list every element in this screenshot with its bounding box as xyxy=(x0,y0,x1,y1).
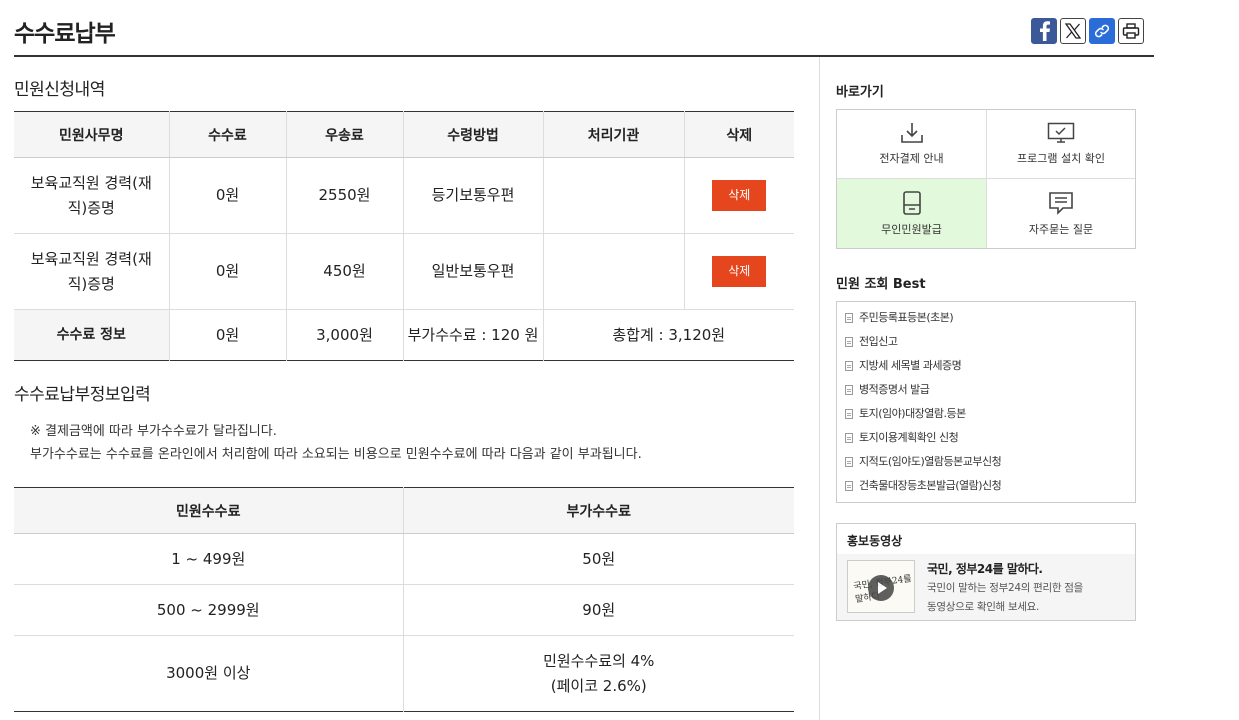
document-icon xyxy=(845,481,853,491)
facebook-share-icon[interactable] xyxy=(1031,18,1057,44)
promo-video-box: 홍보동영상 국민, 정부24를 말하다 국민, 정부24를 말하다. 국민이 말… xyxy=(836,523,1136,621)
sidebar: 바로가기 전자결제 안내 프로그램 설치 확인 무인민원발급 자주묻는 질문 민… xyxy=(836,57,1136,621)
fee-range: 3000원 이상 xyxy=(166,664,251,682)
summary-extra-fee: 부가수수료 : 120 원 xyxy=(402,309,543,361)
method-cell: 일반보통우편 xyxy=(402,233,543,310)
shortcut-program-check[interactable]: 프로그램 설치 확인 xyxy=(987,110,1135,179)
table-row: 1 ~ 499원 50원 xyxy=(14,533,794,585)
sidebar-divider xyxy=(819,57,820,720)
method-cell: 등기보통우편 xyxy=(402,157,543,234)
list-item[interactable]: 지방세 세목별 과세증명 xyxy=(845,354,1135,378)
list-item[interactable]: 전입신고 xyxy=(845,330,1135,354)
list-item[interactable]: 토지(임야)대장열람.등본 xyxy=(845,402,1135,426)
delete-button[interactable]: 삭제 xyxy=(712,256,767,287)
best-list: 주민등록표등본(초본) 전입신고 지방세 세목별 과세증명 병적증명서 발급 토… xyxy=(836,301,1136,503)
document-icon xyxy=(845,337,853,347)
fee-range: 500 ~ 2999원 xyxy=(14,584,403,636)
play-icon[interactable] xyxy=(868,575,894,601)
shortcut-grid: 전자결제 안내 프로그램 설치 확인 무인민원발급 자주묻는 질문 xyxy=(836,109,1136,249)
shortcut-faq[interactable]: 자주묻는 질문 xyxy=(987,179,1135,248)
extra-fee: 50원 xyxy=(402,533,794,585)
summary-label: 수수료 정보 xyxy=(14,309,169,361)
list-item[interactable]: 지적도(임야도)열람등본교부신청 xyxy=(845,450,1135,474)
shortcut-label: 프로그램 설치 확인 xyxy=(1017,152,1105,165)
summary-total: 총합계 : 3,120원 xyxy=(542,309,794,361)
shortcut-payment-guide[interactable]: 전자결제 안내 xyxy=(837,110,987,179)
service-name: 보육교직원 경력(재직)증명 xyxy=(14,157,169,234)
column-header: 민원사무명 xyxy=(14,111,169,158)
video-section-title: 홍보동영상 xyxy=(847,534,903,548)
fee-summary-row: 수수료 정보 0원 3,000원 부가수수료 : 120 원 총합계 : 3,1… xyxy=(14,309,794,361)
column-header: 수수료 xyxy=(168,111,286,158)
delete-cell: 삭제 xyxy=(683,233,794,310)
print-icon[interactable] xyxy=(1118,18,1144,44)
extra-fee: 민원수수료의 4% (페이코 2.6%) xyxy=(402,635,794,712)
column-header: 처리기관 xyxy=(542,111,684,158)
extra-fee-table: 민원수수료 부가수수료 1 ~ 499원 50원 500 ~ 2999원 90원… xyxy=(14,487,794,712)
link-copy-icon[interactable] xyxy=(1089,18,1115,44)
monitor-check-icon xyxy=(1047,122,1075,143)
table-header-row: 민원수수료 부가수수료 xyxy=(14,487,794,534)
document-icon xyxy=(845,313,853,323)
list-item[interactable]: 병적증명서 발급 xyxy=(845,378,1135,402)
fee-cell: 0원 xyxy=(168,233,286,310)
share-toolbar xyxy=(1031,18,1144,44)
video-description: 국민이 말하는 정부24의 편리한 점을 xyxy=(927,582,1083,594)
fee-range: 1 ~ 499원 xyxy=(14,533,403,585)
table-row: 보육교직원 경력(재직)증명 0원 450원 일반보통우편 삭제 xyxy=(14,233,794,310)
column-header: 우송료 xyxy=(285,111,403,158)
page-title: 수수료납부 xyxy=(14,21,116,47)
shortcut-kiosk[interactable]: 무인민원발급 xyxy=(837,179,987,248)
fee-cell: 0원 xyxy=(168,157,286,234)
shortcut-title: 바로가기 xyxy=(836,85,884,100)
table-row: 보육교직원 경력(재직)증명 0원 2550원 등기보통우편 삭제 xyxy=(14,157,794,234)
table-row: 500 ~ 2999원 90원 xyxy=(14,584,794,636)
notice-line: ※ 결제금액에 따라 부가수수료가 달라집니다. xyxy=(30,424,277,439)
table-header-row: 민원사무명 수수료 우송료 수령방법 처리기관 삭제 xyxy=(14,111,794,158)
column-header: 삭제 xyxy=(683,111,794,158)
list-item[interactable]: 주민등록표등본(초본) xyxy=(845,306,1135,330)
service-name: 보육교직원 경력(재직)증명 xyxy=(14,233,169,310)
request-table: 민원사무명 수수료 우송료 수령방법 처리기관 삭제 보육교직원 경력(재직)증… xyxy=(14,111,794,361)
notice-line: 부가수수료는 수수료를 온라인에서 처리함에 따라 소요되는 비용으로 민원수수… xyxy=(30,447,642,462)
shortcut-label: 무인민원발급 xyxy=(881,222,942,236)
postage-cell: 450원 xyxy=(285,233,403,310)
video-description: 동영상으로 확인해 보세요. xyxy=(927,601,1040,613)
video-thumbnail[interactable]: 국민, 정부24를 말하다 xyxy=(847,560,915,613)
x-share-icon[interactable] xyxy=(1060,18,1086,44)
agency-cell xyxy=(542,233,684,310)
extra-fee: 90원 xyxy=(402,584,794,636)
shortcut-label: 전자결제 안내 xyxy=(879,152,944,165)
column-header: 부가수수료 xyxy=(402,487,794,534)
download-icon xyxy=(900,123,923,143)
column-header: 수령방법 xyxy=(402,111,543,158)
fee-notice: ※ 결제금액에 따라 부가수수료가 달라집니다. 부가수수료는 수수료를 온라인… xyxy=(14,420,794,466)
main-content: 민원신청내역 민원사무명 수수료 우송료 수령방법 처리기관 삭제 보육교직원 … xyxy=(14,57,794,712)
kiosk-icon xyxy=(902,190,921,215)
shortcut-label: 자주묻는 질문 xyxy=(1028,222,1094,236)
document-icon xyxy=(845,457,853,467)
summary-postage: 3,000원 xyxy=(285,309,403,361)
document-icon xyxy=(845,433,853,443)
chat-bubble-icon xyxy=(1049,191,1073,215)
video-headline[interactable]: 국민, 정부24를 말하다. xyxy=(927,560,1083,577)
table-row: 3000원 이상 민원수수료의 4% (페이코 2.6%) xyxy=(14,635,794,712)
list-item[interactable]: 토지이용계획확인 신청 xyxy=(845,426,1135,450)
summary-fee: 0원 xyxy=(168,309,286,361)
document-icon xyxy=(845,385,853,395)
postage-cell: 2550원 xyxy=(285,157,403,234)
request-section-title: 민원신청내역 xyxy=(14,80,105,100)
agency-cell xyxy=(542,157,684,234)
document-icon xyxy=(845,361,853,371)
list-item[interactable]: 건축물대장등초본발급(열람)신청 xyxy=(845,474,1135,498)
document-icon xyxy=(845,409,853,419)
column-header: 민원수수료 xyxy=(14,487,403,534)
delete-cell: 삭제 xyxy=(683,157,794,234)
payment-section-title: 수수료납부정보입력 xyxy=(14,385,151,405)
best-title: 민원 조회 Best xyxy=(836,277,926,292)
delete-button[interactable]: 삭제 xyxy=(712,180,767,211)
